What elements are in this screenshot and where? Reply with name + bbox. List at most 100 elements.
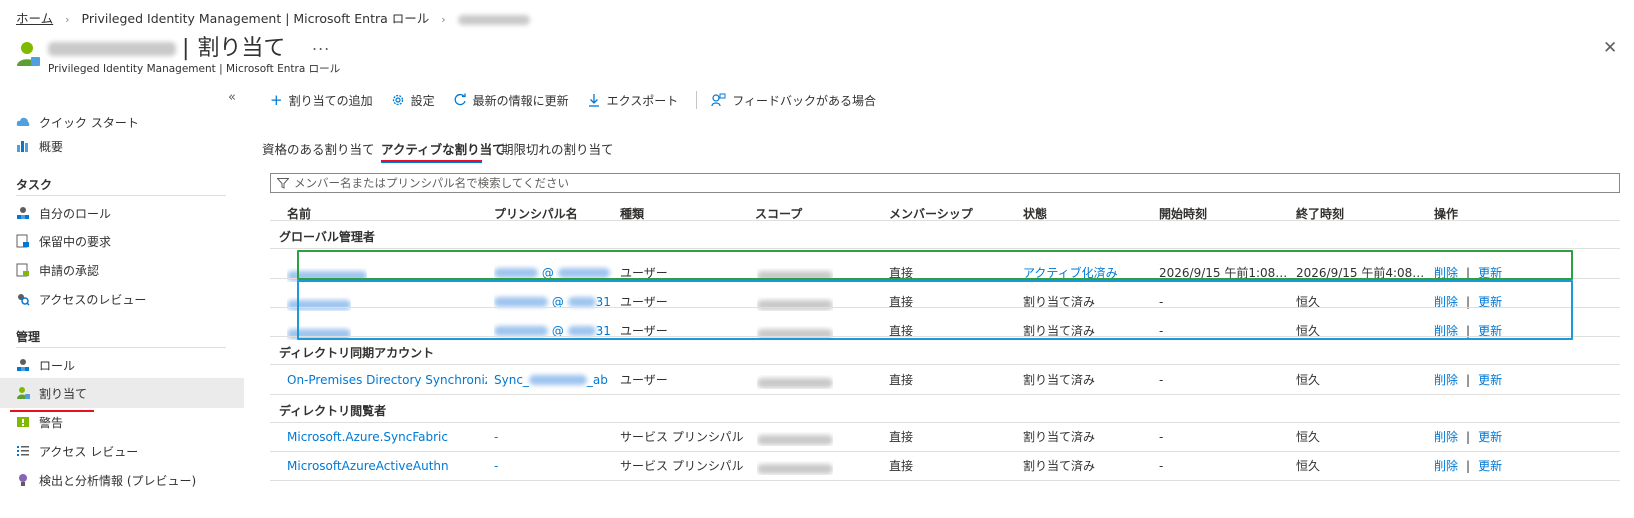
group-header: ディレクトリ同期アカウント (279, 346, 435, 360)
add-assignment-button[interactable]: + 割り当ての追加 (270, 91, 373, 109)
insights-icon (16, 473, 30, 487)
table-row-scope (757, 461, 833, 475)
tab-active-assignments[interactable]: アクティブな割り当て (381, 139, 505, 158)
table-row-name[interactable]: On-Premises Directory Synchroniza (287, 365, 487, 395)
refresh-button[interactable]: 最新の情報に更新 (453, 92, 569, 109)
table-row-principal[interactable]: Sync_ _ab (494, 365, 614, 395)
table-row-name[interactable]: Microsoft.Azure.SyncFabric (287, 422, 487, 452)
collapse-sidebar-icon[interactable]: « (228, 90, 236, 105)
approve-request-icon (16, 263, 30, 277)
sidebar-item-pending-requests[interactable]: 保留中の要求 (0, 226, 244, 256)
page-subtitle: Privileged Identity Management | Microso… (48, 63, 341, 75)
close-icon[interactable]: ✕ (1603, 38, 1617, 58)
table-row-name[interactable]: MicrosoftAzureActiveAuthn (287, 451, 487, 481)
feedback-button[interactable]: フィードバックがある場合 (711, 92, 876, 109)
chart-icon (16, 139, 30, 153)
table-row-membership: 直接 (889, 459, 914, 473)
gear-icon (391, 93, 405, 107)
chevron-right-icon: › (65, 13, 70, 26)
access-review-icon (16, 292, 30, 306)
search-placeholder: メンバー名またはプリンシパル名で検索してください (294, 176, 569, 190)
sidebar-item-approve-requests[interactable]: 申請の承認 (0, 255, 244, 285)
divider (270, 220, 1620, 221)
table-row-principal[interactable]: - (494, 451, 498, 481)
delete-link[interactable]: 削除 (1434, 373, 1458, 387)
sidebar-item-alerts[interactable]: 警告 (0, 407, 244, 437)
divider (270, 394, 1620, 395)
breadcrumb-tenant-redacted[interactable] (457, 14, 530, 25)
table-row-actions: 削除 | 更新 (1434, 430, 1503, 444)
sidebar-item-access-reviews[interactable]: アクセス レビュー (0, 436, 244, 466)
highlight-box-green (297, 250, 1573, 280)
table-row-scope (757, 432, 833, 446)
table-row-status: 割り当て済み (1023, 430, 1096, 444)
table-row-status: 割り当て済み (1023, 373, 1096, 387)
feedback-icon (711, 93, 726, 107)
table-row-actions: 削除 | 更新 (1434, 373, 1503, 387)
active-tab-indicator (381, 160, 482, 163)
download-icon (587, 93, 601, 107)
table-row-principal[interactable]: - (494, 422, 498, 452)
tab-eligible-assignments[interactable]: 資格のある割り当て (262, 139, 375, 158)
settings-button[interactable]: 設定 (391, 92, 435, 109)
section-tasks: タスク (16, 178, 53, 192)
delete-link[interactable]: 削除 (1434, 459, 1458, 473)
sidebar-item-discovery-insights[interactable]: 検出と分析情報 (プレビュー) (0, 465, 244, 495)
highlight-box-blue (297, 280, 1573, 340)
page-title-text: 割り当て (197, 36, 286, 61)
group-header: グローバル管理者 (279, 230, 375, 244)
section-manage: 管理 (16, 330, 41, 344)
table-row-end: 恒久 (1296, 373, 1321, 387)
table-row-start: - (1159, 430, 1164, 444)
export-button[interactable]: エクスポート (587, 92, 678, 109)
delete-link[interactable]: 削除 (1434, 430, 1458, 444)
refresh-icon (453, 93, 467, 107)
table-row-scope (757, 375, 833, 389)
group-header: ディレクトリ閲覧者 (279, 404, 387, 418)
table-row-start: - (1159, 459, 1164, 473)
toolbar-divider (696, 91, 698, 109)
breadcrumb-pim[interactable]: Privileged Identity Management | Microso… (82, 11, 430, 26)
chevron-right-icon: › (441, 13, 446, 26)
update-link[interactable]: 更新 (1478, 373, 1502, 387)
table-row-type: サービス プリンシパル (620, 459, 744, 473)
breadcrumb: ホーム › Privileged Identity Management | M… (16, 8, 530, 27)
sidebar-item-my-roles[interactable]: 自分のロール (0, 198, 244, 228)
user-assignment-icon (16, 40, 42, 70)
breadcrumb-home[interactable]: ホーム (16, 11, 53, 26)
sidebar-item-roles[interactable]: ロール (0, 350, 244, 380)
cloud-icon (16, 115, 30, 129)
table-row-type: サービス プリンシパル (620, 430, 744, 444)
table-row-membership: 直接 (889, 373, 914, 387)
divider (270, 248, 1620, 249)
table-row-actions: 削除 | 更新 (1434, 459, 1503, 473)
user-roles-icon (16, 206, 30, 220)
page-title: | 割り当て (48, 30, 285, 62)
sidebar-item-overview[interactable]: 概要 (0, 131, 244, 161)
update-link[interactable]: 更新 (1478, 459, 1502, 473)
pending-request-icon (16, 234, 30, 248)
divider (16, 347, 226, 348)
table-row-type: ユーザー (620, 373, 668, 387)
table-row-membership: 直接 (889, 430, 914, 444)
command-bar: + 割り当ての追加 設定 最新の情報に更新 エクスポート フィードバックがある場… (270, 91, 894, 109)
table-row-end: 恒久 (1296, 430, 1321, 444)
table-row-end: 恒久 (1296, 459, 1321, 473)
update-link[interactable]: 更新 (1478, 430, 1502, 444)
divider (16, 195, 226, 196)
plus-icon: + (270, 91, 283, 109)
table-row-start: - (1159, 373, 1164, 387)
divider (270, 480, 1620, 481)
list-review-icon (16, 444, 30, 458)
more-icon[interactable]: ... (312, 35, 330, 54)
filter-icon (277, 177, 289, 189)
table-row-status: 割り当て済み (1023, 459, 1096, 473)
sidebar-item-assignments[interactable]: 割り当て (0, 378, 244, 412)
alert-icon (16, 415, 30, 429)
sidebar-item-access-review[interactable]: アクセスのレビュー (0, 284, 244, 314)
tenant-name-redacted (48, 42, 176, 56)
assignment-icon (16, 386, 30, 400)
search-input[interactable]: メンバー名またはプリンシパル名で検索してください (270, 173, 1620, 193)
roles-icon (16, 358, 30, 372)
tab-expired-assignments[interactable]: 期限切れの割り当て (501, 139, 614, 158)
